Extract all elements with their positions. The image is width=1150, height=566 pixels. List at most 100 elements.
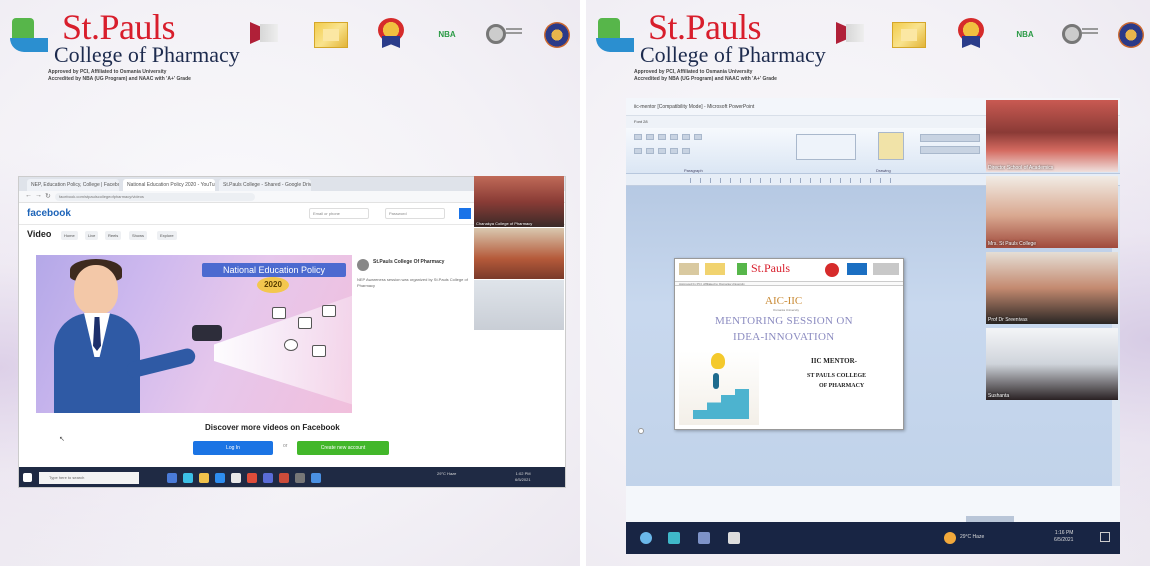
teams-icon[interactable] xyxy=(263,473,273,483)
header-login-button[interactable] xyxy=(459,208,471,219)
participant-tile[interactable]: Director School of Academics xyxy=(986,100,1118,172)
university-seal-icon xyxy=(486,22,522,48)
taskbar-clock[interactable]: 1:02 PM 6/5/2021 xyxy=(515,471,531,483)
weather-icon[interactable] xyxy=(944,532,956,544)
drawing-group-label: Drawing xyxy=(876,168,891,173)
participant-tile[interactable]: Sushanta xyxy=(986,328,1118,400)
video-chip[interactable]: Explore xyxy=(157,231,177,240)
store-icon[interactable] xyxy=(215,473,225,483)
participant-tile[interactable]: Chanakya College of Pharmacy xyxy=(474,176,564,227)
browser-tab[interactable]: St.Pauls College - Shared - Google Drive xyxy=(219,179,311,191)
app-icon[interactable] xyxy=(295,473,305,483)
participant-tile[interactable]: Mrs. St Pauls College xyxy=(986,176,1118,248)
align-center-icon[interactable] xyxy=(646,148,654,154)
email-field[interactable]: Email or phone xyxy=(309,208,369,219)
weather-widget[interactable]: 29°C Haze xyxy=(960,534,984,541)
slide-header: St.Pauls xyxy=(675,259,903,279)
facebook-logo[interactable]: facebook xyxy=(27,208,71,219)
align-right-icon[interactable] xyxy=(658,148,666,154)
slide-accreditation-strip: Approved by PCI, Affiliated to Osmania U… xyxy=(675,281,903,286)
app-icon[interactable] xyxy=(311,473,321,483)
video-chip[interactable]: Live xyxy=(85,231,99,240)
video-chip[interactable]: Home xyxy=(61,231,78,240)
app-icon[interactable] xyxy=(668,532,680,544)
emblem-icon xyxy=(544,22,570,48)
bold-icon[interactable] xyxy=(670,134,678,140)
bullets-icon[interactable] xyxy=(670,148,678,154)
app-icon[interactable] xyxy=(698,532,710,544)
participant-name: Mrs. St Pauls College xyxy=(988,241,1037,247)
lightbulb-illustration xyxy=(679,351,759,425)
url-field[interactable]: facebook.com/stpaulscollegeofpharmacy/vi… xyxy=(55,193,255,201)
video-player[interactable]: National Education Policy 2020 xyxy=(36,255,352,413)
page-avatar[interactable] xyxy=(357,259,369,271)
logo-mark-icon xyxy=(596,18,636,52)
browser-tab[interactable]: NEP, Education Policy, College | Faceboo… xyxy=(27,179,119,191)
windows-start-icon[interactable] xyxy=(23,473,32,482)
slide-badge-icon xyxy=(679,263,699,275)
slide-aic-title: AIC-IIC xyxy=(765,295,803,307)
notes-area[interactable] xyxy=(626,486,1120,522)
participant-tile[interactable] xyxy=(474,280,564,330)
video-chip[interactable]: Shows xyxy=(129,231,148,240)
file-explorer-icon[interactable] xyxy=(199,473,209,483)
app-icon[interactable] xyxy=(728,532,740,544)
back-arrow-icon[interactable]: ← xyxy=(25,192,32,199)
powerpoint-icon[interactable] xyxy=(279,473,289,483)
login-button[interactable]: Log In xyxy=(193,441,273,455)
nba-logo-icon: NBA xyxy=(1016,30,1034,39)
mail-icon[interactable] xyxy=(231,473,241,483)
college-logo: St.Pauls College of Pharmacy Approved by… xyxy=(596,6,836,88)
video-heading: Video xyxy=(27,229,52,239)
chart-icon xyxy=(298,317,312,329)
mouse-cursor-icon xyxy=(638,428,644,434)
copy-icon[interactable] xyxy=(646,134,654,140)
taskbar-search[interactable]: Type here to search xyxy=(39,472,139,484)
create-account-button[interactable]: Create new account xyxy=(297,441,389,455)
browser-tab-active[interactable]: National Education Policy 2020 - YouTube xyxy=(123,179,215,191)
participant-tile[interactable] xyxy=(474,228,564,279)
paste-icon[interactable] xyxy=(658,134,666,140)
align-left-icon[interactable] xyxy=(634,148,642,154)
climber-figure xyxy=(713,373,719,389)
arrange-icon[interactable] xyxy=(878,132,904,160)
presenter-head xyxy=(74,265,118,315)
mouse-cursor-icon: ↖ xyxy=(59,436,65,443)
weather-widget[interactable]: 29°C Haze xyxy=(437,471,456,477)
handshake-icon xyxy=(192,325,222,341)
underline-icon[interactable] xyxy=(694,134,702,140)
presentation-slide[interactable]: St.Pauls Approved by PCI, Affiliated to … xyxy=(674,258,904,430)
forward-arrow-icon[interactable]: → xyxy=(35,192,42,199)
book-icon xyxy=(312,345,326,357)
shape-outline-icon[interactable] xyxy=(920,146,980,154)
chrome-icon[interactable] xyxy=(247,473,257,483)
nba-logo-icon: NBA xyxy=(438,30,456,39)
video-chip[interactable]: Reels xyxy=(105,231,122,240)
slide-seal-icon xyxy=(873,263,899,275)
italic-icon[interactable] xyxy=(682,134,690,140)
edge-icon[interactable] xyxy=(183,473,193,483)
page-name[interactable]: St.Pauls College Of Pharmacy xyxy=(373,259,444,265)
slide-logo: St.Pauls xyxy=(751,261,791,275)
shape-fill-icon[interactable] xyxy=(920,134,980,142)
participant-tiles: Chanakya College of Pharmacy xyxy=(474,176,564,330)
gold-certificate-icon xyxy=(892,22,926,48)
logo-mark-icon xyxy=(10,18,50,52)
task-view-icon[interactable] xyxy=(167,473,177,483)
hexagon-badge-icon xyxy=(250,18,278,48)
slide-session-title: MENTORING SESSION ON xyxy=(715,315,853,327)
participant-tile[interactable]: Prof Dr Sreenivas xyxy=(986,252,1118,324)
numbering-icon[interactable] xyxy=(682,148,690,154)
cut-icon[interactable] xyxy=(634,134,642,140)
shapes-gallery[interactable] xyxy=(796,134,856,160)
monitor-icon xyxy=(272,307,286,319)
gold-certificate-icon xyxy=(314,22,348,48)
taskbar-clock[interactable]: 1:16 PM 6/5/2021 xyxy=(1054,530,1073,544)
slide-logo-mark-icon xyxy=(737,263,747,275)
password-field[interactable]: Password xyxy=(385,208,445,219)
notification-icon[interactable] xyxy=(1100,532,1110,542)
emblem-icon xyxy=(1118,22,1144,48)
edge-icon[interactable] xyxy=(640,532,652,544)
reload-icon[interactable]: ↻ xyxy=(45,192,51,200)
hexagon-badge-icon xyxy=(836,18,864,48)
